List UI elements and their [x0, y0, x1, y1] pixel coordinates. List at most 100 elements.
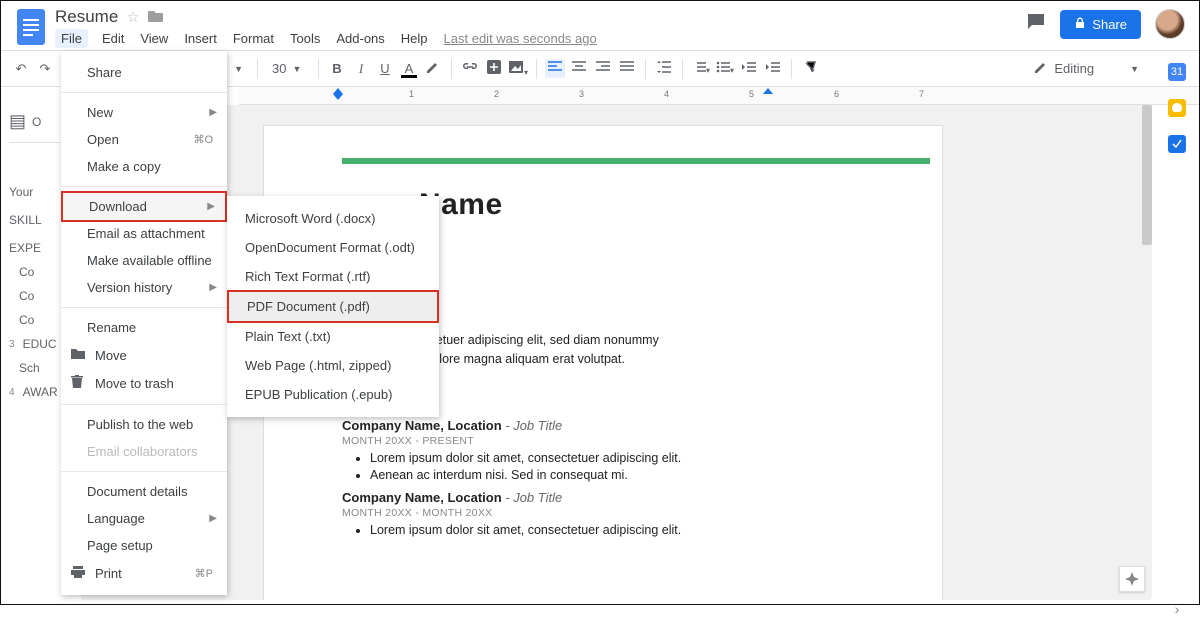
explore-button[interactable]	[1119, 566, 1145, 592]
outline-item[interactable]: EXPE	[9, 241, 41, 255]
star-icon[interactable]: ☆	[126, 8, 139, 26]
doc-bullets[interactable]: Lorem ipsum dolor sit amet, consectetuer…	[342, 451, 918, 482]
outline-item[interactable]: Your	[9, 185, 33, 199]
account-avatar[interactable]	[1155, 9, 1185, 39]
font-size-select[interactable]: 30 ▼	[266, 59, 310, 78]
scrollbar-track[interactable]	[1142, 105, 1152, 598]
menu-file[interactable]: File	[55, 29, 88, 48]
menu-item-version-history[interactable]: Version history▶	[61, 274, 227, 301]
clear-formatting-icon[interactable]	[800, 60, 820, 77]
menu-item-offline[interactable]: Make available offline	[61, 247, 227, 274]
highlight-icon[interactable]	[423, 59, 443, 78]
menu-addons[interactable]: Add-ons	[334, 29, 386, 48]
bold-icon[interactable]: B	[327, 61, 347, 76]
outline-icon[interactable]: ▤	[9, 111, 26, 132]
submenu-item-rtf[interactable]: Rich Text Format (.rtf)	[227, 262, 439, 291]
outline-item[interactable]: Co	[19, 289, 34, 303]
line-spacing-icon[interactable]	[654, 60, 674, 77]
indent-marker-top-icon[interactable]	[333, 94, 343, 100]
menu-item-page-setup[interactable]: Page setup	[61, 532, 227, 559]
outline-item[interactable]: SKILL	[9, 213, 42, 227]
menu-shortcut: ⌘P	[195, 567, 213, 580]
menu-view[interactable]: View	[138, 29, 170, 48]
menu-insert[interactable]: Insert	[182, 29, 219, 48]
submenu-item-txt[interactable]: Plain Text (.txt)	[227, 322, 439, 351]
ruler[interactable]: 1 2 3 4 5 6 7	[239, 87, 1199, 105]
menu-item-print[interactable]: Print⌘P	[61, 559, 227, 587]
docs-logo-icon[interactable]	[13, 9, 49, 45]
menu-item-rename[interactable]: Rename	[61, 314, 227, 341]
outdent-icon[interactable]	[739, 61, 759, 76]
move-folder-icon[interactable]	[148, 9, 164, 26]
doc-job-heading[interactable]: Company Name, Location - Job Title	[342, 490, 918, 505]
numbered-list-icon[interactable]: ▾	[691, 61, 711, 76]
menu-item-publish[interactable]: Publish to the web	[61, 411, 227, 438]
undo-icon[interactable]: ↶	[11, 61, 31, 77]
indent-icon[interactable]	[763, 61, 783, 76]
redo-icon[interactable]: ↷	[35, 61, 55, 77]
share-button[interactable]: Share	[1060, 10, 1141, 39]
align-left-icon[interactable]	[545, 59, 565, 78]
doc-bullet[interactable]: Lorem ipsum dolor sit amet, consectetuer…	[370, 523, 918, 537]
doc-bullet[interactable]: Aenean ac interdum nisi. Sed in consequa…	[370, 468, 918, 482]
menu-item-details[interactable]: Document details	[61, 478, 227, 505]
submenu-item-pdf[interactable]: PDF Document (.pdf)	[227, 290, 439, 323]
menu-tools[interactable]: Tools	[288, 29, 322, 48]
doc-bullet[interactable]: Lorem ipsum dolor sit amet, consectetuer…	[370, 451, 918, 465]
last-edit-link[interactable]: Last edit was seconds ago	[442, 29, 599, 48]
menu-item-share[interactable]: Share	[61, 59, 227, 86]
underline-icon[interactable]: U	[375, 61, 395, 76]
decorative-bar	[342, 158, 930, 164]
tasks-icon[interactable]	[1168, 135, 1186, 153]
comments-icon[interactable]	[1026, 12, 1046, 37]
text-color-icon[interactable]: A	[399, 61, 419, 76]
submenu-item-docx[interactable]: Microsoft Word (.docx)	[227, 204, 439, 233]
menu-item-make-copy[interactable]: Make a copy	[61, 153, 227, 180]
outline-item[interactable]: AWAR	[23, 385, 58, 399]
print-icon	[71, 565, 87, 581]
document-title[interactable]: Resume	[55, 7, 118, 27]
keep-icon[interactable]	[1168, 99, 1186, 117]
italic-icon[interactable]: I	[351, 61, 371, 77]
align-justify-icon[interactable]	[617, 61, 637, 76]
download-submenu: Microsoft Word (.docx) OpenDocument Form…	[227, 196, 439, 417]
doc-job-heading[interactable]: Company Name, Location - Job Title	[342, 418, 918, 433]
align-center-icon[interactable]	[569, 61, 589, 76]
submenu-item-epub[interactable]: EPUB Publication (.epub)	[227, 380, 439, 409]
menu-edit[interactable]: Edit	[100, 29, 126, 48]
menu-item-language[interactable]: Language▶	[61, 505, 227, 532]
pencil-icon	[1034, 60, 1048, 77]
menu-item-email-attachment[interactable]: Email as attachment	[61, 220, 227, 247]
chevron-right-icon: ▶	[209, 282, 217, 293]
menu-item-download[interactable]: Download▶	[61, 191, 227, 222]
scrollbar-thumb[interactable]	[1142, 105, 1152, 245]
menu-format[interactable]: Format	[231, 29, 276, 48]
outline-item[interactable]: Sch	[19, 361, 40, 375]
document-outline: ▤O Your SKILL EXPE Co Co Co 3EDUC Sch 4A…	[9, 111, 69, 409]
outline-item[interactable]: Co	[19, 313, 34, 327]
submenu-item-odt[interactable]: OpenDocument Format (.odt)	[227, 233, 439, 262]
outline-item[interactable]: Co	[19, 265, 34, 279]
menu-item-open[interactable]: Open⌘O	[61, 126, 227, 153]
menu-item-new[interactable]: New▶	[61, 99, 227, 126]
calendar-icon[interactable]: 31	[1168, 63, 1186, 81]
outline-item[interactable]: EDUC	[23, 337, 57, 351]
menu-shortcut: ⌘O	[193, 133, 213, 146]
sidepanel-collapse-icon[interactable]: ›	[1175, 601, 1180, 617]
insert-image-icon[interactable]: ▾	[508, 59, 528, 78]
menu-help[interactable]: Help	[399, 29, 430, 48]
bulleted-list-icon[interactable]: ▾	[715, 61, 735, 76]
menu-item-move[interactable]: Move	[61, 341, 227, 369]
menu-item-trash[interactable]: Move to trash	[61, 369, 227, 398]
insert-link-icon[interactable]	[460, 59, 480, 78]
doc-job-dates[interactable]: MONTH 20XX - MONTH 20XX	[342, 507, 918, 519]
mode-select[interactable]: Editing ▼	[1034, 60, 1139, 77]
right-indent-marker-icon[interactable]	[763, 88, 773, 94]
add-comment-icon[interactable]	[484, 59, 504, 78]
doc-job-dates[interactable]: MONTH 20XX - PRESENT	[342, 435, 918, 447]
indent-marker-bottom-icon[interactable]	[333, 88, 343, 94]
align-right-icon[interactable]	[593, 61, 613, 76]
submenu-item-html[interactable]: Web Page (.html, zipped)	[227, 351, 439, 380]
ruler-mark: 4	[664, 89, 669, 99]
doc-bullets[interactable]: Lorem ipsum dolor sit amet, consectetuer…	[342, 523, 918, 537]
